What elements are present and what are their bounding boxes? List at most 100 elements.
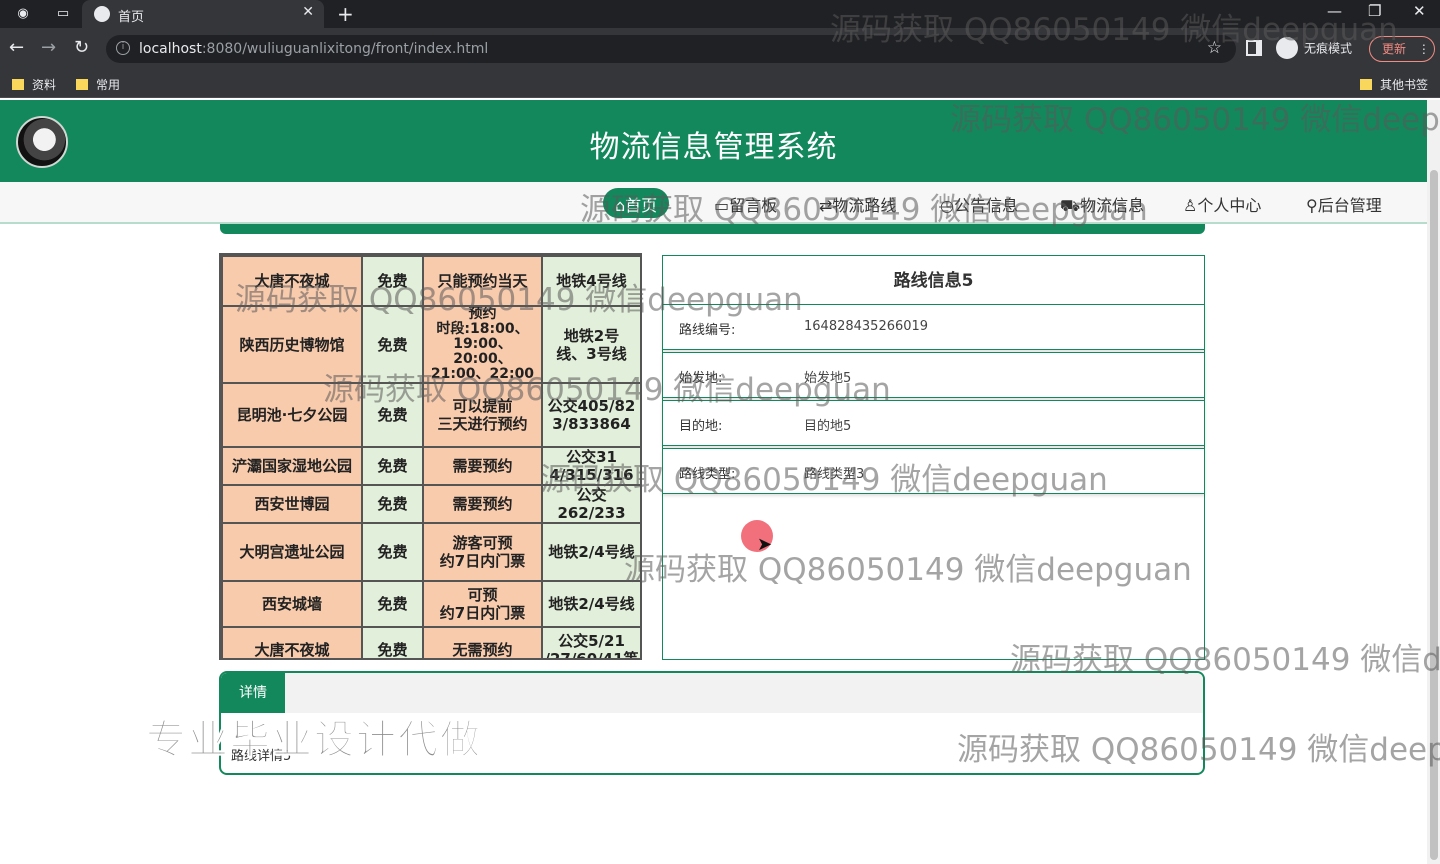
poster-cell: 免费 bbox=[361, 255, 424, 307]
poster-cell: 地铁2号 线、3号线 bbox=[541, 305, 640, 384]
restore-icon[interactable]: ❐ bbox=[1368, 2, 1381, 20]
nav-user-center[interactable]: ♙个人中心 bbox=[1183, 192, 1261, 216]
close-icon[interactable]: ✕ bbox=[302, 4, 314, 20]
poster-cell: 预约 时段:18:00、 19:00、20:00、 21:00、22:00 bbox=[422, 305, 543, 384]
poster-cell: 免费 bbox=[361, 522, 424, 582]
poster-cell: 无需预约 bbox=[422, 626, 543, 658]
info-icon[interactable]: i bbox=[116, 41, 130, 55]
poster-cell: 需要预约 bbox=[422, 484, 543, 524]
site-header: 物流信息管理系统 bbox=[0, 100, 1427, 182]
poster-cell: 地铁4号线 bbox=[541, 255, 640, 307]
more-icon: ⋮ bbox=[1417, 42, 1430, 56]
nav-admin[interactable]: ⚲后台管理 bbox=[1306, 192, 1382, 216]
poster-row: 大唐不夜城 免费 只能预约当天 地铁4号线 bbox=[221, 255, 640, 307]
field-route-id: 路线编号: 164828435266019 bbox=[662, 304, 1205, 350]
route-image: 大唐不夜城 免费 只能预约当天 地铁4号线 陕西历史博物馆 免费 预约 时段:18:00、 … bbox=[219, 253, 642, 660]
truck-icon: ⛟ bbox=[1060, 196, 1081, 215]
poster-cell: 可以提前 三天进行预约 bbox=[422, 382, 543, 448]
route-icon: ⇄ bbox=[819, 196, 833, 215]
folder-icon bbox=[1360, 79, 1372, 90]
field-label: 始发地: bbox=[679, 371, 723, 386]
poster-cell: 免费 bbox=[361, 580, 424, 628]
field-value: 路线类型3 bbox=[804, 467, 865, 482]
poster-row: 西安城墙 免费 可预 约7日内门票 地铁2/4号线 bbox=[221, 580, 640, 628]
field-label: 路线类型: bbox=[679, 467, 736, 482]
promo-watermark: 专业毕业设计代做 bbox=[146, 717, 482, 764]
poster-cell: 免费 bbox=[361, 446, 424, 486]
reload-icon[interactable]: ↻ bbox=[74, 37, 89, 58]
site-title: 物流信息管理系统 bbox=[589, 130, 838, 165]
main-nav: ⌂首页 ▭留言板 ⇄物流路线 ◷公告信息 ⛟物流信息 ♙个人中心 ⚲后台管理 bbox=[0, 182, 1427, 224]
nav-home[interactable]: ⌂首页 bbox=[603, 188, 670, 218]
poster-cell: 免费 bbox=[361, 382, 424, 448]
poster-row: 西安世博园 免费 需要预约 公交262/233 bbox=[221, 484, 640, 524]
route-info-card: 路线信息5 路线编号: 164828435266019 始发地: 始发地5 目的… bbox=[662, 255, 1205, 660]
poster-cell: 地铁2/4号线 bbox=[541, 522, 640, 582]
globe-icon bbox=[94, 6, 110, 22]
poster-cell: 游客可预 约7日内门票 bbox=[422, 522, 543, 582]
poster-cell: 公交262/233 bbox=[541, 484, 640, 524]
nav-message-board[interactable]: ▭留言板 bbox=[714, 192, 777, 216]
page-scrollbar[interactable] bbox=[1427, 100, 1440, 864]
carousel-bottom-strip bbox=[220, 224, 1205, 234]
tab-overview-icon[interactable]: ▭ bbox=[54, 5, 72, 23]
forward-icon[interactable]: → bbox=[41, 37, 56, 58]
field-value: 始发地5 bbox=[804, 371, 852, 386]
poster-row: 陕西历史博物馆 免费 预约 时段:18:00、 19:00、20:00、 21:00… bbox=[221, 305, 640, 384]
poster-cell: 西安世博园 bbox=[221, 484, 363, 524]
poster-cell: 地铁2/4号线 bbox=[541, 580, 640, 628]
mouse-cursor-icon: ➤ bbox=[757, 534, 773, 555]
poster-cell: 需要预约 bbox=[422, 446, 543, 486]
poster-cell: 免费 bbox=[361, 484, 424, 524]
url-path: :8080/wuliuguanlixitong/front/index.html bbox=[201, 41, 489, 57]
home-icon: ⌂ bbox=[615, 196, 626, 215]
window-close-icon[interactable]: ✕ bbox=[1413, 2, 1426, 20]
browser-tab-home[interactable]: 首页 ✕ bbox=[82, 0, 324, 28]
poster-row: 昆明池·七夕公园 免费 可以提前 三天进行预约 公交405/82 3/833864 bbox=[221, 382, 640, 448]
poster-cell: 陕西历史博物馆 bbox=[221, 305, 363, 384]
browser-menu-icon[interactable]: ◉ bbox=[14, 5, 32, 23]
address-bar[interactable]: i localhost:8080/wuliuguanlixitong/front… bbox=[106, 35, 1236, 63]
tab-title: 首页 bbox=[118, 10, 145, 25]
poster-cell: 公交405/82 3/833864 bbox=[541, 382, 640, 448]
folder-icon bbox=[76, 79, 88, 90]
side-panel-icon[interactable] bbox=[1246, 40, 1262, 56]
poster-cell: 免费 bbox=[361, 305, 424, 384]
field-route-type: 路线类型: 路线类型3 bbox=[662, 448, 1205, 494]
incognito-indicator[interactable]: 无痕模式 bbox=[1276, 37, 1352, 61]
scrollbar-thumb[interactable] bbox=[1430, 170, 1438, 860]
minimize-icon[interactable]: — bbox=[1327, 2, 1342, 20]
route-title: 路线信息5 bbox=[893, 271, 974, 291]
new-tab-icon[interactable]: + bbox=[337, 2, 354, 26]
poster-cell: 公交31 4/315/316 bbox=[541, 446, 640, 486]
bookmarks-bar: 资料 常用 其他书签 bbox=[0, 70, 1440, 98]
nav-notices[interactable]: ◷公告信息 bbox=[940, 192, 1018, 216]
nav-logistics[interactable]: ⛟物流信息 bbox=[1060, 192, 1144, 217]
poster-cell: 免费 bbox=[361, 626, 424, 658]
poster-cell: 大明宫遗址公园 bbox=[221, 522, 363, 582]
poster-cell: 只能预约当天 bbox=[422, 255, 543, 307]
poster-cell: 大唐不夜城 bbox=[221, 255, 363, 307]
field-label: 路线编号: bbox=[679, 323, 736, 338]
field-value: 164828435266019 bbox=[804, 319, 929, 334]
bookmark-folder-changyong[interactable]: 常用 bbox=[76, 76, 120, 93]
poster-row: 浐灞国家湿地公园 免费 需要预约 公交31 4/315/316 bbox=[221, 446, 640, 486]
poster-cell: 公交5/21 /27/60/41等 bbox=[541, 626, 640, 658]
poster-row: 大明宫遗址公园 免费 游客可预 约7日内门票 地铁2/4号线 bbox=[221, 522, 640, 582]
bookmark-star-icon[interactable]: ☆ bbox=[1207, 38, 1222, 58]
back-icon[interactable]: ← bbox=[9, 37, 24, 58]
field-value: 目的地5 bbox=[804, 419, 852, 434]
poster-cell: 西安城墙 bbox=[221, 580, 363, 628]
folder-icon bbox=[12, 79, 24, 90]
nav-routes[interactable]: ⇄物流路线 bbox=[819, 192, 896, 216]
bookmark-folder-ziliao[interactable]: 资料 bbox=[12, 76, 56, 93]
other-bookmarks[interactable]: 其他书签 bbox=[1360, 76, 1428, 93]
update-button[interactable]: 更新 ⋮ bbox=[1369, 36, 1435, 62]
field-destination: 目的地: 目的地5 bbox=[662, 400, 1205, 446]
url-host: localhost bbox=[139, 41, 202, 57]
browser-tab-bar: ◉ ▭ 首页 ✕ + — ❐ ✕ bbox=[0, 0, 1440, 28]
poster-cell: 大唐不夜城 bbox=[221, 626, 363, 658]
link-icon: ⚲ bbox=[1306, 196, 1318, 215]
message-icon: ▭ bbox=[714, 196, 730, 215]
field-label: 目的地: bbox=[679, 419, 723, 434]
